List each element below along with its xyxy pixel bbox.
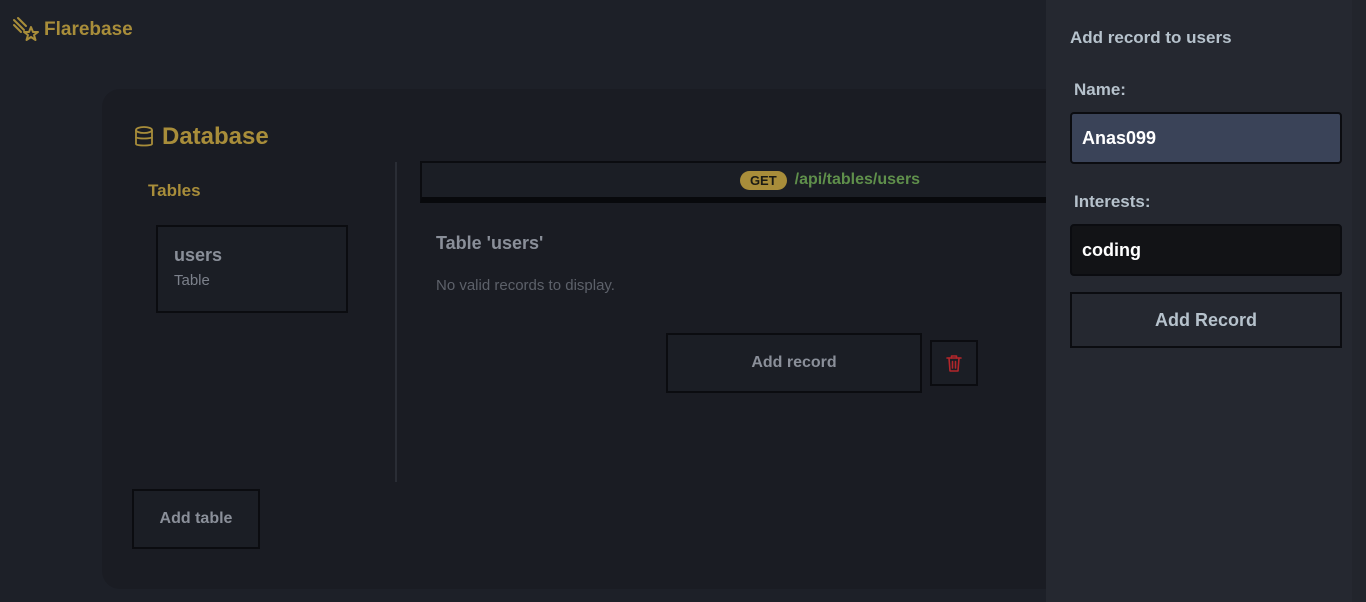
name-label: Name:	[1074, 80, 1126, 99]
method-badge: GET	[739, 170, 787, 190]
page-title-text: Database	[162, 123, 269, 150]
table-item-users[interactable]: users Table	[156, 225, 348, 313]
table-item-type: Table	[174, 272, 210, 289]
brand-logo[interactable]: Flarebase	[12, 16, 133, 44]
submit-record-button[interactable]: Add Record	[1070, 292, 1342, 348]
tables-heading: Tables	[148, 181, 201, 200]
add-table-button[interactable]: Add table	[132, 489, 260, 549]
interests-label: Interests:	[1074, 192, 1151, 211]
delete-table-button[interactable]	[930, 340, 978, 386]
database-card: Database Tables users Table Add table GE…	[102, 89, 1082, 589]
brand-name: Flarebase	[44, 19, 133, 40]
endpoint-path: /api/tables/users	[794, 171, 921, 188]
interests-field[interactable]	[1070, 224, 1342, 276]
name-field[interactable]	[1070, 112, 1342, 164]
table-title: Table 'users'	[436, 233, 544, 253]
divider	[395, 162, 397, 482]
add-record-panel: Add record to users Name: Interests: Add…	[1046, 0, 1352, 602]
panel-title: Add record to users	[1070, 28, 1232, 47]
panel-scrollbar-track	[1352, 0, 1366, 602]
empty-state-message: No valid records to display.	[436, 277, 615, 294]
add-record-button[interactable]: Add record	[666, 333, 922, 393]
database-icon	[135, 126, 153, 147]
endpoint-bar: GET /api/tables/users	[420, 161, 1060, 203]
page-title: Database	[134, 123, 269, 151]
table-item-name: users	[174, 245, 223, 265]
trash-icon	[946, 355, 962, 372]
shooting-star-icon	[13, 17, 39, 41]
